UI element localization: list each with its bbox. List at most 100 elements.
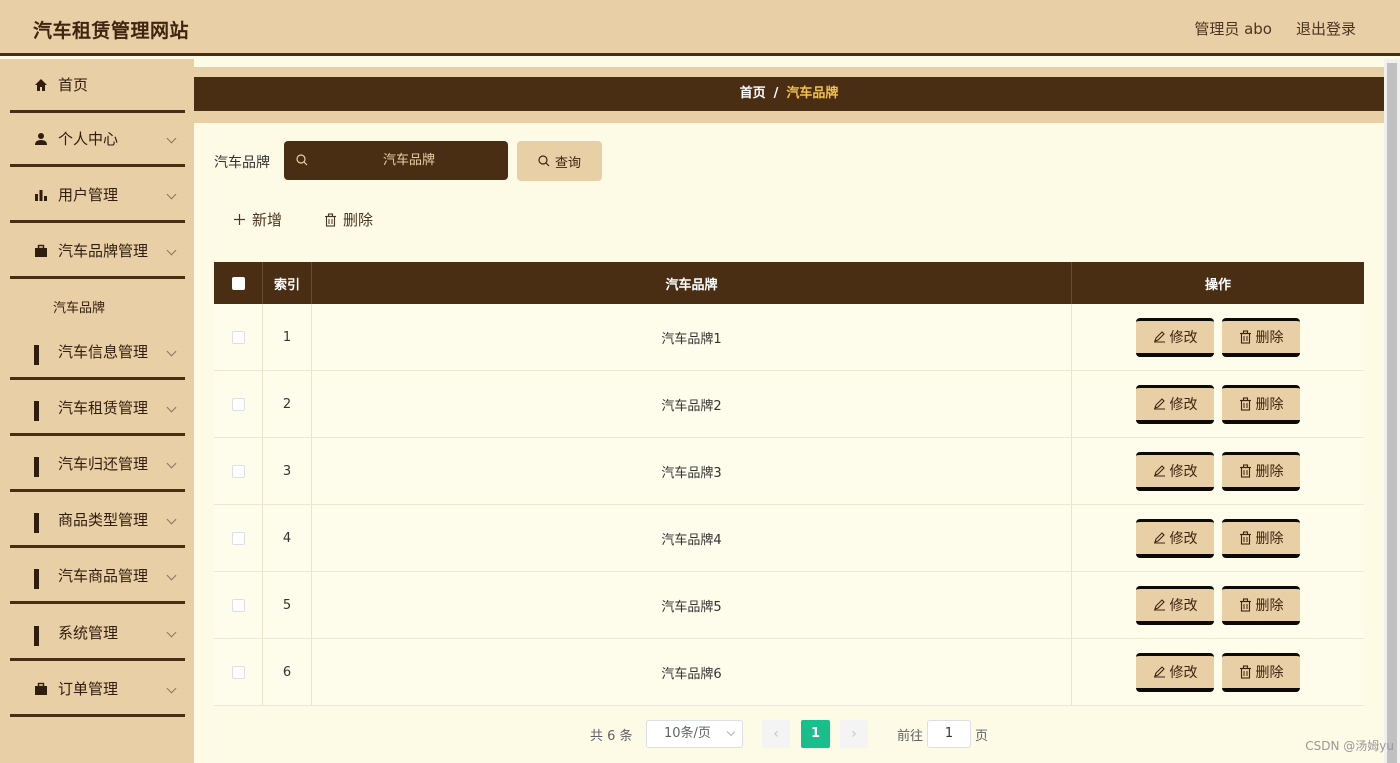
table-body: 1 汽车品牌1 修改 删除 2 汽车品牌2 修改 删除 3 汽车品牌3 修改 删除 4 汽车品牌4 修改 删除… — [214, 304, 1364, 706]
batch-delete-button[interactable]: 删除 — [324, 209, 373, 230]
chevron-right-icon: › — [851, 726, 857, 742]
row-checkbox[interactable] — [231, 397, 245, 411]
grid-icon — [34, 456, 48, 477]
trash-icon — [1239, 329, 1251, 344]
breadcrumb-home[interactable]: 首页 — [740, 86, 766, 101]
sidebar-item-rental[interactable]: 汽车租赁管理 — [10, 382, 185, 436]
edit-button[interactable]: 修改 — [1136, 518, 1214, 558]
sidebar-item-label: 商品类型管理 — [58, 511, 149, 529]
chevron-left-icon: ‹ — [773, 726, 779, 742]
edit-button[interactable]: 修改 — [1136, 451, 1214, 491]
row-checkbox[interactable] — [231, 330, 245, 344]
breadcrumb-current: 汽车品牌 — [786, 86, 839, 101]
query-button[interactable]: 查询 — [517, 141, 602, 181]
row-checkbox[interactable] — [231, 665, 245, 679]
edit-button[interactable]: 修改 — [1136, 585, 1214, 625]
chevron-down-icon — [166, 133, 177, 144]
vertical-scrollbar[interactable] — [1384, 59, 1400, 763]
goto-label: 前往 — [897, 729, 924, 744]
trash-icon — [325, 212, 336, 227]
chevron-down-icon — [726, 727, 736, 737]
breadcrumb: 首页 / 汽车品牌 — [194, 77, 1384, 111]
page-number-current[interactable]: 1 — [801, 720, 830, 748]
sidebar-item-return[interactable]: 汽车归还管理 — [10, 438, 185, 492]
grid-icon — [34, 400, 48, 421]
row-checkbox[interactable] — [231, 531, 245, 545]
row-checkbox[interactable] — [231, 464, 245, 478]
sidebar-item-label: 个人中心 — [58, 130, 119, 148]
briefcase-icon — [35, 244, 47, 257]
pagination: 共 6 条 10条/页 ‹ 1 › 前往 1 页 — [194, 720, 1384, 748]
edit-icon — [1153, 331, 1165, 343]
row-index: 4 — [263, 505, 312, 571]
sidebar-item-product-type[interactable]: 商品类型管理 — [10, 494, 185, 548]
select-all-checkbox[interactable] — [231, 276, 245, 290]
app-title: 汽车租赁管理网站 — [33, 20, 190, 42]
chevron-down-icon — [166, 402, 177, 413]
sidebar-item-label: 汽车品牌管理 — [58, 242, 149, 260]
add-button[interactable]: 新增 — [233, 209, 282, 230]
header-checkbox-cell — [214, 262, 263, 304]
edit-icon — [1153, 599, 1165, 611]
sidebar-item-orders[interactable]: 订单管理 — [10, 663, 185, 717]
table-row: 2 汽车品牌2 修改 删除 — [214, 371, 1364, 438]
logout-link[interactable]: 退出登录 — [1296, 18, 1356, 39]
briefcase-icon — [35, 682, 47, 695]
scrollbar-thumb[interactable] — [1387, 63, 1397, 763]
delete-button[interactable]: 删除 — [1222, 518, 1300, 558]
row-ops: 修改 删除 — [1072, 438, 1364, 504]
trash-icon — [1239, 463, 1251, 478]
delete-button[interactable]: 删除 — [1222, 317, 1300, 357]
table-row: 6 汽车品牌6 修改 删除 — [214, 639, 1364, 706]
sidebar-item-label: 用户管理 — [58, 186, 119, 204]
delete-button[interactable]: 删除 — [1222, 585, 1300, 625]
row-ops: 修改 删除 — [1072, 371, 1364, 437]
row-brand: 汽车品牌5 — [312, 572, 1072, 638]
admin-user-label[interactable]: 管理员 abo — [1194, 18, 1272, 39]
breadcrumb-separator: / — [773, 86, 779, 101]
grid-icon — [34, 568, 48, 589]
table-row: 5 汽车品牌5 修改 删除 — [214, 572, 1364, 639]
sidebar-item-users[interactable]: 用户管理 — [10, 169, 185, 223]
page-size-select[interactable]: 10条/页 — [646, 720, 743, 748]
delete-button-label: 删除 — [1255, 597, 1284, 614]
row-ops: 修改 删除 — [1072, 505, 1364, 571]
trash-icon — [1239, 597, 1251, 612]
sidebar-item-car-goods[interactable]: 汽车商品管理 — [10, 550, 185, 604]
row-checkbox-cell — [214, 505, 263, 571]
row-checkbox-cell — [214, 371, 263, 437]
row-checkbox-cell — [214, 304, 263, 370]
delete-button[interactable]: 删除 — [1222, 384, 1300, 424]
chevron-down-icon — [166, 683, 177, 694]
sidebar-item-home[interactable]: 首页 — [10, 59, 185, 113]
sidebar-item-profile[interactable]: 个人中心 — [10, 113, 185, 167]
row-brand: 汽车品牌2 — [312, 371, 1072, 437]
page-size-value: 10条/页 — [664, 726, 711, 741]
home-icon — [35, 78, 47, 91]
table-header: 索引 汽车品牌 操作 — [214, 262, 1364, 304]
edit-button[interactable]: 修改 — [1136, 317, 1214, 357]
header-brand: 汽车品牌 — [312, 262, 1072, 304]
edit-button[interactable]: 修改 — [1136, 652, 1214, 692]
delete-button[interactable]: 删除 — [1222, 652, 1300, 692]
row-index: 6 — [263, 639, 312, 705]
goto-page-input[interactable]: 1 — [927, 720, 971, 748]
brand-search-input[interactable] — [314, 141, 504, 180]
watermark: CSDN @汤姆yu — [1305, 739, 1394, 753]
edit-button[interactable]: 修改 — [1136, 384, 1214, 424]
next-page-button[interactable]: › — [840, 720, 868, 748]
sidebar-item-brand-management[interactable]: 汽车品牌管理 — [10, 225, 185, 279]
delete-button[interactable]: 删除 — [1222, 451, 1300, 491]
table-row: 3 汽车品牌3 修改 删除 — [214, 438, 1364, 505]
plus-icon — [234, 214, 245, 225]
search-label: 汽车品牌 — [214, 155, 270, 171]
row-checkbox-cell — [214, 438, 263, 504]
row-checkbox[interactable] — [231, 598, 245, 612]
sidebar-subitem-brand[interactable]: 汽车品牌 — [53, 297, 105, 316]
sidebar-item-label: 汽车租赁管理 — [58, 399, 149, 417]
user-icon — [35, 132, 47, 145]
sidebar-item-system[interactable]: 系统管理 — [10, 607, 185, 661]
top-header: 汽车租赁管理网站 管理员 abo 退出登录 — [0, 0, 1400, 56]
sidebar-item-car-info[interactable]: 汽车信息管理 — [10, 326, 185, 380]
prev-page-button[interactable]: ‹ — [762, 720, 790, 748]
